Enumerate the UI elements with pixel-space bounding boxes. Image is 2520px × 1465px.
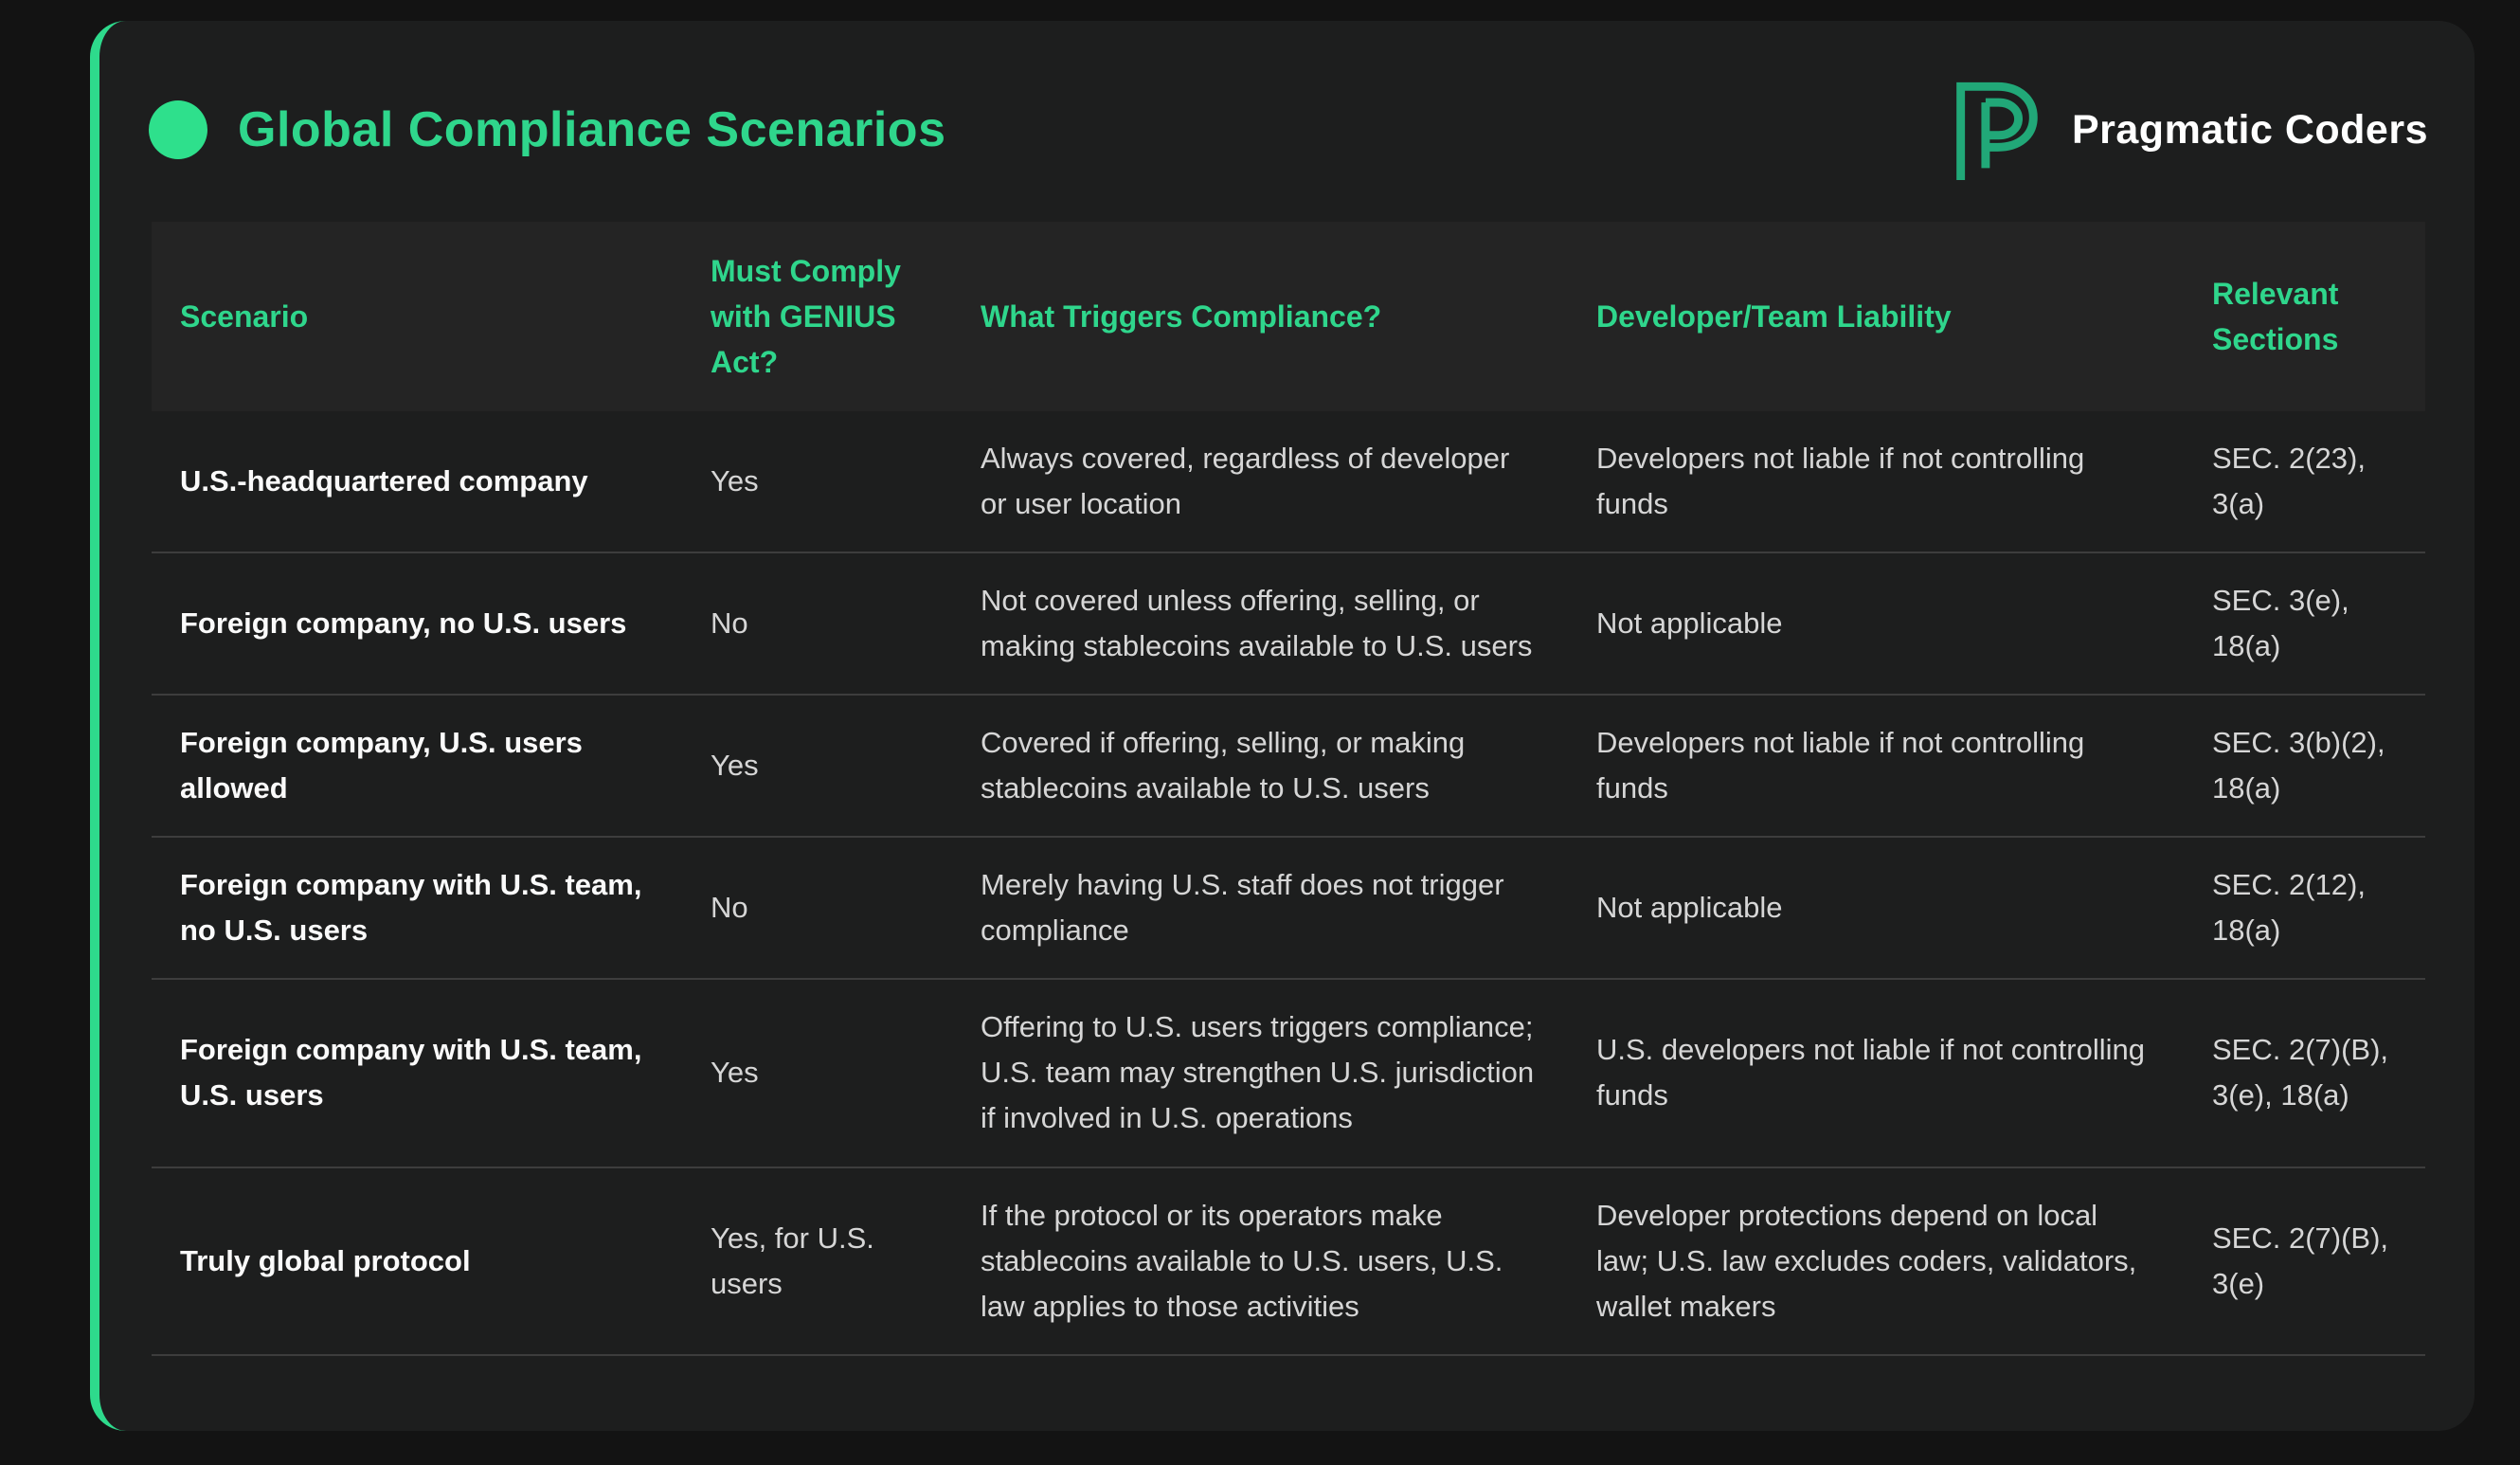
- cell-must-comply: No: [682, 552, 952, 695]
- cell-must-comply: No: [682, 837, 952, 979]
- cell-sections: SEC. 2(7)(B), 3(e): [2184, 1167, 2425, 1355]
- table-row: Foreign company, no U.S. users No Not co…: [152, 552, 2425, 695]
- cell-scenario: Foreign company with U.S. team, U.S. use…: [152, 979, 682, 1167]
- cell-liability: Developers not liable if not controlling…: [1568, 411, 2184, 552]
- page-background: Global Compliance Scenarios Pragmatic Co…: [0, 0, 2520, 1465]
- brand-logo: Pragmatic Coders: [1948, 81, 2428, 180]
- table-row: Truly global protocol Yes, for U.S. user…: [152, 1167, 2425, 1355]
- col-header-liability: Developer/Team Liability: [1568, 222, 2184, 411]
- brand-name: Pragmatic Coders: [2072, 107, 2428, 154]
- cell-trigger: If the protocol or its operators make st…: [952, 1167, 1568, 1355]
- col-header-sections: Relevant Sections: [2184, 222, 2425, 411]
- pragmatic-coders-logo-icon: [1948, 81, 2047, 180]
- compliance-table: Scenario Must Comply with GENIUS Act? Wh…: [152, 222, 2425, 1356]
- cell-liability: Developers not liable if not controlling…: [1568, 695, 2184, 837]
- cell-sections: SEC. 2(23), 3(a): [2184, 411, 2425, 552]
- card-header: Global Compliance Scenarios Pragmatic Co…: [99, 21, 2475, 163]
- cell-sections: SEC. 3(e), 18(a): [2184, 552, 2425, 695]
- cell-trigger: Merely having U.S. staff does not trigge…: [952, 837, 1568, 979]
- cell-liability: U.S. developers not liable if not contro…: [1568, 979, 2184, 1167]
- page-title: Global Compliance Scenarios: [238, 97, 946, 163]
- cell-must-comply: Yes: [682, 411, 952, 552]
- cell-sections: SEC. 2(12), 18(a): [2184, 837, 2425, 979]
- title-bullet-icon: [149, 100, 207, 159]
- cell-liability: Developer protections depend on local la…: [1568, 1167, 2184, 1355]
- cell-must-comply: Yes: [682, 979, 952, 1167]
- cell-scenario: Foreign company, U.S. users allowed: [152, 695, 682, 837]
- col-header-must-comply: Must Comply with GENIUS Act?: [682, 222, 952, 411]
- cell-liability: Not applicable: [1568, 552, 2184, 695]
- table-header-row: Scenario Must Comply with GENIUS Act? Wh…: [152, 222, 2425, 411]
- cell-must-comply: Yes, for U.S. users: [682, 1167, 952, 1355]
- table-row: Foreign company, U.S. users allowed Yes …: [152, 695, 2425, 837]
- cell-sections: SEC. 3(b)(2), 18(a): [2184, 695, 2425, 837]
- table-row: Foreign company with U.S. team, U.S. use…: [152, 979, 2425, 1167]
- cell-must-comply: Yes: [682, 695, 952, 837]
- table-row: U.S.-headquartered company Yes Always co…: [152, 411, 2425, 552]
- cell-scenario: Truly global protocol: [152, 1167, 682, 1355]
- table-row: Foreign company with U.S. team, no U.S. …: [152, 837, 2425, 979]
- col-header-triggers: What Triggers Compliance?: [952, 222, 1568, 411]
- cell-liability: Not applicable: [1568, 837, 2184, 979]
- cell-trigger: Not covered unless offering, selling, or…: [952, 552, 1568, 695]
- table-container: Scenario Must Comply with GENIUS Act? Wh…: [152, 222, 2425, 1356]
- col-header-scenario: Scenario: [152, 222, 682, 411]
- cell-scenario: Foreign company, no U.S. users: [152, 552, 682, 695]
- cell-sections: SEC. 2(7)(B), 3(e), 18(a): [2184, 979, 2425, 1167]
- compliance-card: Global Compliance Scenarios Pragmatic Co…: [90, 21, 2475, 1431]
- cell-scenario: Foreign company with U.S. team, no U.S. …: [152, 837, 682, 979]
- cell-trigger: Always covered, regardless of developer …: [952, 411, 1568, 552]
- cell-trigger: Covered if offering, selling, or making …: [952, 695, 1568, 837]
- cell-scenario: U.S.-headquartered company: [152, 411, 682, 552]
- cell-trigger: Offering to U.S. users triggers complian…: [952, 979, 1568, 1167]
